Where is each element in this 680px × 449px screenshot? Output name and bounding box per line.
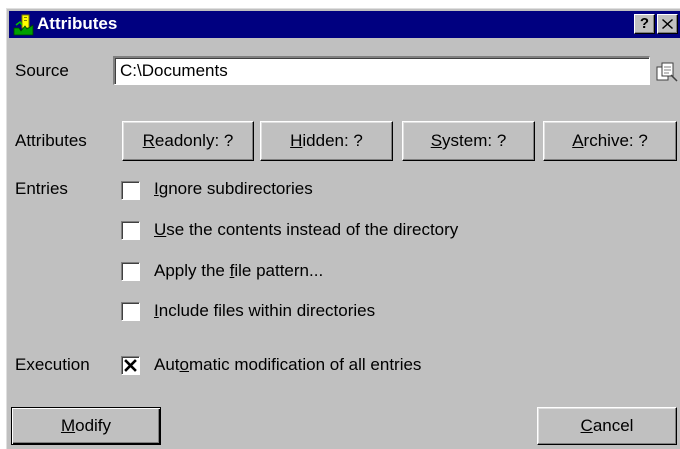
cancel-button[interactable]: Cancel (537, 407, 677, 445)
cancel-label: ancel (592, 416, 634, 435)
use-contents-label[interactable]: Use the contents instead of the director… (154, 220, 458, 240)
automatic-modification-checkbox[interactable] (121, 356, 140, 375)
include-files-checkbox[interactable] (121, 302, 140, 321)
option-text: Apply the (154, 261, 230, 280)
apply-file-pattern-label[interactable]: Apply the file pattern... (154, 261, 323, 281)
close-icon (662, 19, 673, 29)
source-input[interactable]: C:\Documents (113, 56, 650, 85)
execution-label: Execution (15, 355, 90, 374)
cancel-mnemonic: C (580, 416, 593, 435)
ignore-subdirectories-label[interactable]: Ignore subdirectories (154, 179, 313, 199)
title-bar[interactable]: Attributes ? (9, 11, 680, 38)
source-label: Source (15, 61, 69, 80)
modify-mnemonic: M (60, 416, 76, 435)
option-text: se the contents instead of the directory (166, 220, 459, 239)
readonly-mnemonic: R (142, 131, 155, 150)
attributes-dialog: Attributes ? Source C:\Documents Attribu… (6, 8, 680, 449)
include-files-label[interactable]: Include files within directories (154, 301, 375, 321)
system-label: ystem: ? (442, 131, 507, 150)
option-text: gnore subdirectories (158, 179, 313, 198)
window-title: Attributes (37, 14, 118, 33)
option-text: Aut (154, 355, 180, 374)
automatic-modification-label[interactable]: Automatic modification of all entries (154, 355, 421, 375)
archive-mnemonic: A (572, 131, 584, 150)
option-mnemonic: U (154, 220, 167, 239)
option-mnemonic: o (179, 355, 189, 374)
archive-button[interactable]: Archive: ? (543, 121, 677, 161)
archive-label: rchive: ? (583, 131, 648, 150)
use-contents-checkbox[interactable] (121, 221, 140, 240)
readonly-label: eadonly: ? (154, 131, 234, 150)
ignore-subdirectories-checkbox[interactable] (121, 181, 140, 200)
readonly-button[interactable]: Readonly: ? (122, 121, 254, 161)
option-text: ile pattern... (234, 261, 324, 280)
browse-folder-icon[interactable] (655, 61, 679, 83)
option-text: matic modification of all entries (189, 355, 422, 374)
modify-button[interactable]: Modify (11, 407, 161, 445)
system-button[interactable]: System: ? (402, 121, 535, 161)
attributes-label: Attributes (15, 131, 87, 150)
app-icon (13, 14, 34, 36)
apply-file-pattern-checkbox[interactable] (121, 262, 140, 281)
system-mnemonic: S (430, 131, 443, 150)
option-text: nclude files within directories (158, 301, 376, 320)
checkmark-x-icon (124, 359, 137, 372)
hidden-label: idden: ? (302, 131, 363, 150)
close-button[interactable] (657, 14, 678, 34)
hidden-mnemonic: H (290, 131, 303, 150)
entries-label: Entries (15, 179, 68, 198)
modify-label: odify (75, 416, 112, 435)
help-button[interactable]: ? (634, 14, 655, 34)
hidden-button[interactable]: Hidden: ? (260, 121, 393, 161)
